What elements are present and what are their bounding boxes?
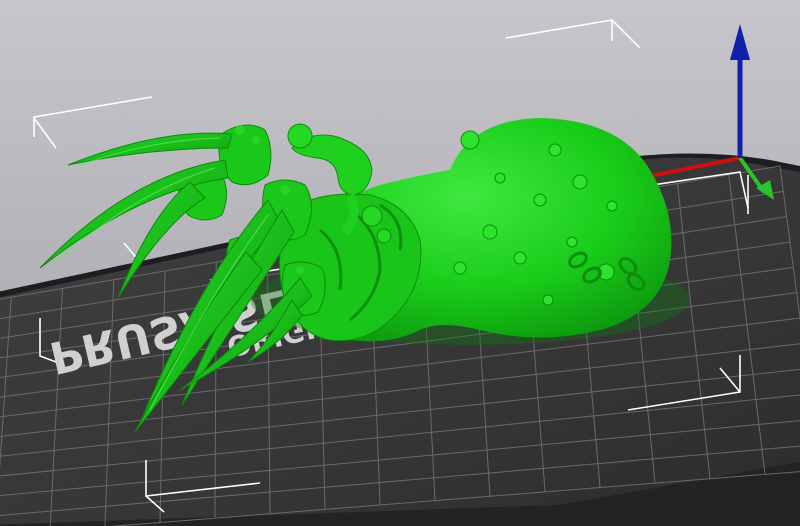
scene-canvas[interactable]: ORIGINAL PRUSA SL (0, 0, 800, 526)
3d-viewport[interactable]: ORIGINAL PRUSA SL (0, 0, 800, 526)
